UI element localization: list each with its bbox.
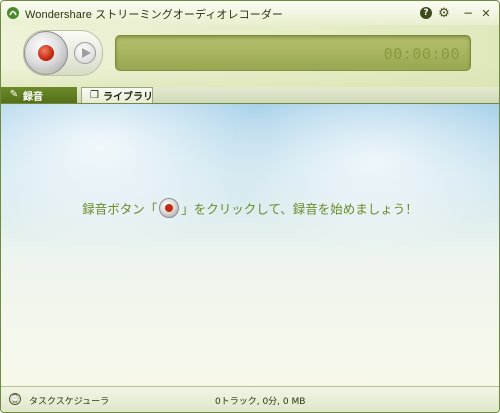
help-icon: ? — [420, 7, 432, 19]
hint-text-before: 録音ボタン「 — [82, 201, 158, 217]
task-scheduler-link[interactable]: タスクスケジューラ — [29, 394, 109, 407]
app-window: Wondershare ストリーミングオーディオレコーダー ? ⚙ − ✕ 00… — [0, 0, 500, 413]
record-icon — [38, 45, 54, 61]
time-display-panel: 00:00:00 — [115, 35, 471, 71]
tab-library-label: ライブラリ — [102, 92, 153, 103]
elapsed-time: 00:00:00 — [383, 45, 460, 63]
pen-icon: ✎ — [9, 89, 19, 100]
minimize-button[interactable]: − — [461, 5, 475, 21]
record-hint: 録音ボタン「 」をクリックして、録音を始めましょう！ — [1, 198, 499, 218]
record-button[interactable] — [24, 31, 68, 75]
hint-text-after: 」をクリックして、録音を始めましょう！ — [181, 201, 418, 217]
minimize-icon: − — [462, 6, 474, 20]
status-bar: ⌚ タスクスケジューラ 0トラック, 0分, 0 MB — [1, 386, 499, 412]
tab-bar: ✎ 録音 ❐ ライブラリ — [1, 87, 499, 104]
play-button[interactable] — [74, 42, 96, 64]
tab-record-label: 録音 — [23, 91, 43, 103]
app-logo-icon — [7, 7, 19, 19]
gear-icon: ⚙ — [438, 5, 450, 21]
clock-icon[interactable]: ⌚ — [9, 393, 21, 405]
tab-record[interactable]: ✎ 録音 — [1, 87, 77, 103]
library-summary: 0トラック, 0分, 0 MB — [215, 397, 306, 407]
window-title: Wondershare ストリーミングオーディオレコーダー — [25, 9, 284, 21]
play-icon — [82, 48, 91, 58]
transport-controls — [23, 30, 103, 76]
record-icon-inline — [159, 198, 180, 218]
close-icon: ✕ — [481, 6, 491, 20]
recorder-panel: 00:00:00 — [1, 25, 499, 87]
title-bar: Wondershare ストリーミングオーディオレコーダー ? ⚙ − ✕ — [1, 1, 499, 25]
library-icon: ❐ — [90, 89, 99, 101]
help-button[interactable]: ? — [419, 5, 433, 21]
tab-library[interactable]: ❐ ライブラリ — [81, 87, 153, 103]
settings-button[interactable]: ⚙ — [437, 5, 451, 21]
close-button[interactable]: ✕ — [479, 5, 493, 21]
main-content: 録音ボタン「 」をクリックして、録音を始めましょう！ — [1, 104, 499, 386]
